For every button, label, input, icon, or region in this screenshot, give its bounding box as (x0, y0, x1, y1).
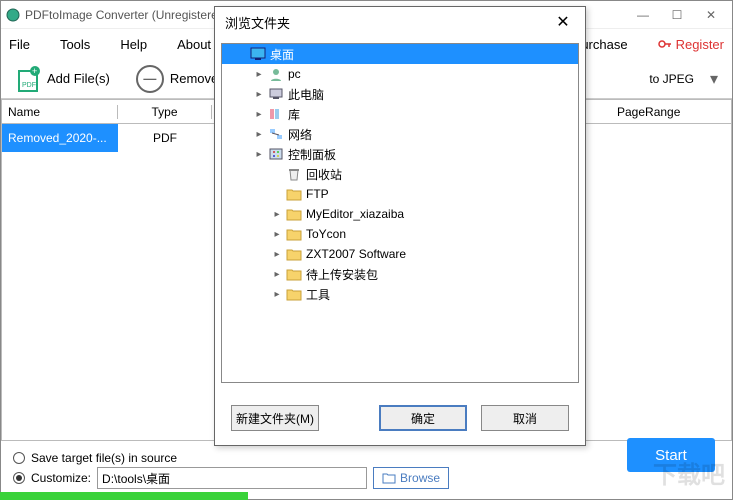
pc-icon (268, 87, 284, 101)
close-button[interactable]: ✕ (694, 4, 728, 26)
new-folder-button[interactable]: 新建文件夹(M) (231, 405, 319, 431)
net-icon (268, 127, 284, 141)
dialog-title: 浏览文件夹 (225, 13, 551, 32)
menu-file[interactable]: File (9, 37, 30, 52)
save-source-option[interactable]: Save target file(s) in source (13, 451, 720, 465)
tree-item-label: 此电脑 (288, 86, 324, 103)
menu-about[interactable]: About (177, 37, 211, 52)
ok-button[interactable]: 确定 (379, 405, 467, 431)
col-type[interactable]: Type (118, 105, 212, 119)
tree-item[interactable]: ▸库 (222, 104, 578, 124)
tree-item-label: FTP (306, 187, 329, 201)
tree-item-label: 回收站 (306, 166, 342, 183)
col-name[interactable]: Name (2, 105, 118, 119)
tree-item-label: 桌面 (270, 46, 294, 63)
tree-item[interactable]: ▸ 网络 (222, 124, 578, 144)
maximize-button[interactable]: ☐ (660, 4, 694, 26)
cell-filename: Removed_2020-... (2, 124, 118, 152)
tree-item[interactable]: ▸ 此电脑 (222, 84, 578, 104)
dialog-titlebar: 浏览文件夹 ✕ (215, 7, 585, 37)
folder-icon (286, 187, 302, 201)
folder-icon (286, 227, 302, 241)
tree-item[interactable]: ▸ ToYcon (222, 224, 578, 244)
format-dropdown-arrow[interactable]: ▾ (704, 69, 724, 89)
tree-item-label: 待上传安装包 (306, 266, 378, 283)
tree-item-label: 工具 (306, 286, 330, 303)
expand-arrow-icon: ▸ (272, 249, 282, 260)
tree-item-label: ToYcon (306, 227, 346, 241)
minimize-button[interactable]: — (626, 4, 660, 26)
cell-filetype: PDF (118, 131, 212, 145)
key-icon (658, 37, 672, 51)
user-icon (268, 67, 284, 81)
folder-icon (286, 287, 302, 301)
expand-arrow-icon: ▸ (254, 129, 264, 140)
start-button[interactable]: Start (627, 438, 715, 472)
lib-icon (268, 107, 284, 121)
expand-arrow-icon: ▸ (254, 69, 264, 80)
folder-icon (286, 207, 302, 221)
tree-item-label: ZXT2007 Software (306, 247, 406, 261)
remove-button[interactable]: — Remove (128, 61, 226, 97)
expand-arrow-icon: ▸ (272, 289, 282, 300)
tree-item[interactable]: ▸ 待上传安装包 (222, 264, 578, 284)
tree-item-label: pc (288, 67, 301, 81)
dialog-footer: 新建文件夹(M) 确定 取消 (215, 393, 585, 445)
folder-tree[interactable]: 桌面▸pc▸此电脑▸库▸网络▸控制面板回收站FTP▸MyEditor_xiaza… (221, 43, 579, 383)
dialog-close-button[interactable]: ✕ (551, 10, 575, 34)
svg-text:PDF: PDF (22, 82, 36, 89)
browse-folder-dialog: 浏览文件夹 ✕ 桌面▸pc▸此电脑▸库▸网络▸控制面板回收站FTP▸MyEdit… (214, 6, 586, 446)
desktop-icon (250, 47, 266, 61)
radio-checked-icon (13, 472, 25, 484)
format-select[interactable]: to JPEG (649, 72, 694, 86)
menu-tools[interactable]: Tools (60, 37, 90, 52)
customize-option[interactable]: Customize: Browse (13, 467, 720, 489)
footer: Save target file(s) in source Customize:… (1, 441, 732, 499)
browse-button[interactable]: Browse (373, 467, 449, 489)
tree-item[interactable]: ▸ MyEditor_xiazaiba (222, 204, 578, 224)
tree-item-label: 网络 (288, 126, 312, 143)
expand-arrow-icon: ▸ (272, 269, 282, 280)
pdf-add-icon: PDF + (17, 65, 41, 93)
tree-item[interactable]: ▸ 工具 (222, 284, 578, 304)
expand-arrow-icon: ▸ (254, 149, 264, 160)
progress-bar (0, 492, 248, 500)
folder-icon (286, 267, 302, 281)
expand-arrow-icon: ▸ (272, 229, 282, 240)
tree-item[interactable]: ▸ pc (222, 64, 578, 84)
tree-item[interactable]: FTP (222, 184, 578, 204)
tree-item[interactable]: ▸ ZXT2007 Software (222, 244, 578, 264)
register-link[interactable]: Register (658, 37, 724, 52)
bin-icon (286, 167, 302, 181)
add-files-button[interactable]: PDF+ Add File(s) (9, 61, 118, 97)
tree-item[interactable]: 回收站 (222, 164, 578, 184)
menu-help[interactable]: Help (120, 37, 147, 52)
expand-arrow-icon: ▸ (254, 89, 264, 100)
tree-item-label: MyEditor_xiazaiba (306, 207, 404, 221)
cancel-button[interactable]: 取消 (481, 405, 569, 431)
radio-unchecked-icon (13, 452, 25, 464)
folder-icon (286, 247, 302, 261)
tree-item-label: 控制面板 (288, 146, 336, 163)
tree-item-label: 库 (288, 106, 300, 123)
svg-text:+: + (32, 66, 37, 76)
tree-item[interactable]: 桌面 (222, 44, 578, 64)
minus-icon: — (136, 65, 164, 93)
path-input[interactable] (97, 467, 367, 489)
app-icon (5, 7, 21, 23)
expand-arrow-icon: ▸ (254, 109, 264, 120)
folder-icon (382, 472, 396, 484)
ctrl-icon (268, 147, 284, 161)
col-range[interactable]: PageRange (611, 105, 731, 119)
expand-arrow-icon: ▸ (272, 209, 282, 220)
tree-item[interactable]: ▸ 控制面板 (222, 144, 578, 164)
